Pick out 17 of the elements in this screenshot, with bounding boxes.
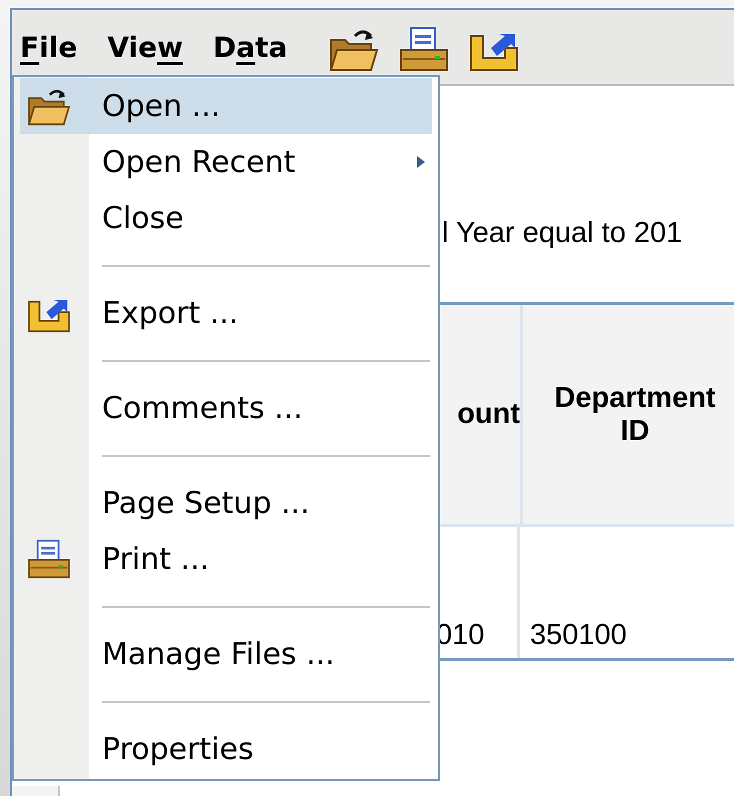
menu-item[interactable]: Print ... — [20, 531, 432, 587]
menu-title[interactable]: View — [107, 30, 183, 64]
menu-title[interactable]: Data — [212, 30, 288, 64]
menu-item[interactable]: Comments ... — [20, 380, 432, 436]
submenu-arrow-icon — [416, 155, 426, 169]
menu-title[interactable]: File — [20, 30, 78, 64]
menu-item[interactable]: Open ... — [20, 78, 432, 134]
menu-item[interactable]: Close — [20, 190, 432, 246]
printer-icon[interactable] — [399, 26, 450, 72]
menu-item[interactable]: Page Setup ... — [20, 475, 432, 531]
menu-item[interactable]: Properties — [20, 721, 432, 777]
menu-item[interactable]: Export ... — [20, 285, 432, 341]
filter-text: l Year equal to 201 — [442, 216, 682, 250]
menu-item[interactable]: Open Recent — [20, 134, 432, 190]
column-header: Department ID — [553, 380, 717, 448]
table-cell-text: 350100 — [529, 618, 628, 653]
menu-item[interactable]: Manage Files ... — [20, 626, 432, 682]
